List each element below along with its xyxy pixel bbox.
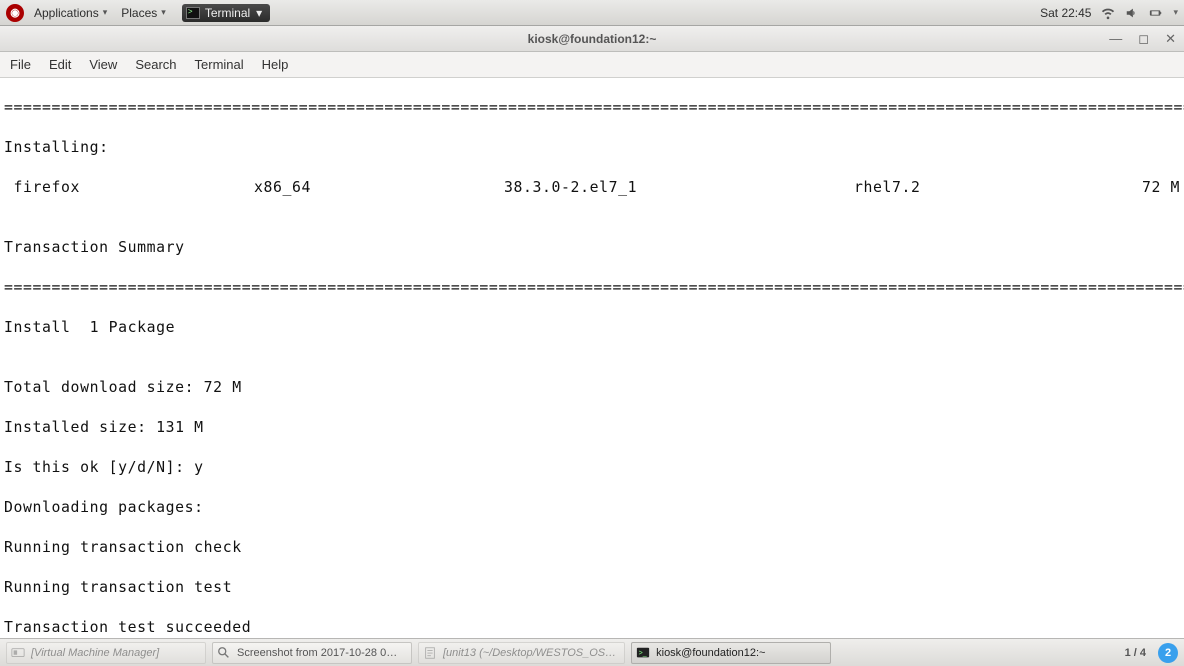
active-app-menu[interactable]: Terminal ▾	[182, 4, 270, 22]
pkg-arch: x86_64	[254, 178, 504, 198]
places-menu[interactable]: Places ▾	[117, 4, 170, 22]
active-app-label: Terminal	[205, 6, 250, 20]
svg-text:>_: >_	[639, 649, 647, 656]
taskbar-item-screenshot[interactable]: Screenshot from 2017-10-28 0…	[212, 642, 412, 664]
rule-line: ========================================…	[4, 98, 1180, 118]
rule-line: ========================================…	[4, 278, 1180, 298]
test-ok: Transaction test succeeded	[4, 618, 1180, 638]
image-viewer-icon	[217, 646, 231, 660]
taskbar-label: Screenshot from 2017-10-28 0…	[237, 647, 397, 659]
terminal-icon: >_	[636, 646, 650, 660]
window-titlebar[interactable]: kiosk@foundation12:~ — ◻ ✕	[0, 26, 1184, 52]
chevron-down-icon: ▾	[161, 7, 166, 18]
menu-search[interactable]: Search	[135, 57, 176, 72]
taskbar-item-terminal[interactable]: >_ kiosk@foundation12:~	[631, 642, 831, 664]
run-check: Running transaction check	[4, 538, 1180, 558]
text-editor-icon	[423, 646, 437, 660]
terminal-output[interactable]: ========================================…	[0, 78, 1184, 638]
taskbar-label: kiosk@foundation12:~	[656, 647, 765, 659]
gnome-top-panel: ◉ Applications ▾ Places ▾ Terminal ▾ Sat…	[0, 0, 1184, 26]
txn-summary-header: Transaction Summary	[4, 238, 1180, 258]
maximize-button[interactable]: ◻	[1138, 31, 1149, 47]
clock[interactable]: Sat 22:45	[1040, 6, 1091, 20]
install-count: Install 1 Package	[4, 318, 1180, 338]
network-wifi-icon[interactable]	[1101, 6, 1115, 20]
vm-manager-icon	[11, 646, 25, 660]
menu-help[interactable]: Help	[262, 57, 289, 72]
taskbar-label: [unit13 (~/Desktop/WESTOS_OS…	[443, 647, 616, 659]
menu-file[interactable]: File	[10, 57, 31, 72]
pkg-name: firefox	[4, 178, 254, 198]
applications-menu-label: Applications	[34, 6, 99, 20]
workspace-pager[interactable]: 1 / 4	[1125, 647, 1146, 659]
chevron-down-icon: ▾	[103, 7, 108, 18]
terminal-icon	[186, 7, 200, 19]
taskbar-item-vm[interactable]: [Virtual Machine Manager]	[6, 642, 206, 664]
downloading-header: Downloading packages:	[4, 498, 1180, 518]
system-tray: Sat 22:45 ▾	[1040, 6, 1178, 20]
download-size: Total download size: 72 M	[4, 378, 1180, 398]
pkg-version: 38.3.0-2.el7_1	[504, 178, 854, 198]
menu-edit[interactable]: Edit	[49, 57, 71, 72]
places-menu-label: Places	[121, 6, 157, 20]
menu-view[interactable]: View	[89, 57, 117, 72]
pkg-repo: rhel7.2	[854, 178, 1142, 198]
taskbar-label: [Virtual Machine Manager]	[31, 647, 159, 659]
minimize-button[interactable]: —	[1109, 31, 1122, 47]
window-controls: — ◻ ✕	[1109, 31, 1176, 47]
menu-terminal[interactable]: Terminal	[195, 57, 244, 72]
gnome-taskbar: [Virtual Machine Manager] Screenshot fro…	[0, 638, 1184, 666]
confirm-prompt: Is this ok [y/d/N]: y	[4, 458, 1180, 478]
battery-icon[interactable]	[1149, 6, 1163, 20]
applications-menu[interactable]: Applications ▾	[30, 4, 111, 22]
distro-logo-icon[interactable]: ◉	[6, 4, 24, 22]
notification-badge[interactable]: 2	[1158, 643, 1178, 663]
chevron-down-icon[interactable]: ▾	[1173, 7, 1178, 18]
package-row: firefoxx86_6438.3.0-2.el7_1rhel7.272 M	[4, 178, 1180, 198]
installed-size: Installed size: 131 M	[4, 418, 1180, 438]
close-button[interactable]: ✕	[1165, 31, 1176, 47]
window-title: kiosk@foundation12:~	[528, 32, 657, 46]
pkg-size: 72 M	[1142, 178, 1180, 198]
terminal-menubar: File Edit View Search Terminal Help	[0, 52, 1184, 78]
installing-header: Installing:	[4, 138, 1180, 158]
taskbar-item-gedit[interactable]: [unit13 (~/Desktop/WESTOS_OS…	[418, 642, 625, 664]
volume-icon[interactable]	[1125, 6, 1139, 20]
run-test: Running transaction test	[4, 578, 1180, 598]
chevron-down-icon: ▾	[256, 6, 262, 20]
